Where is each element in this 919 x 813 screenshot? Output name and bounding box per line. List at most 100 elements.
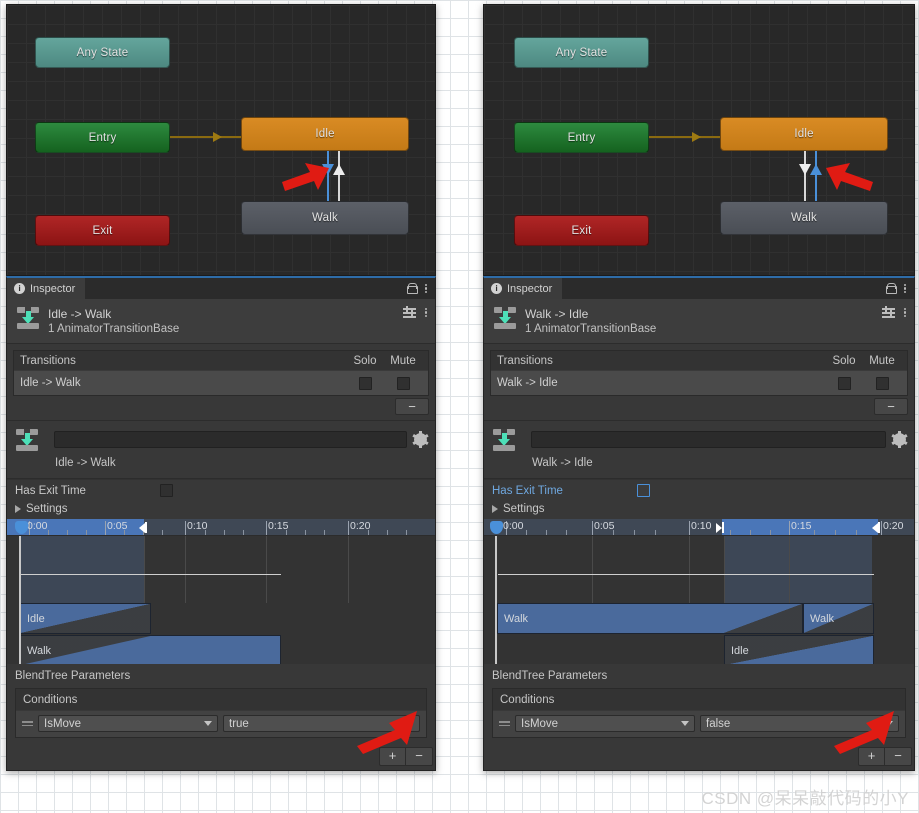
state-node-label: Entry [88, 131, 117, 144]
remove-transition-button[interactable]: − [395, 398, 429, 415]
table-row[interactable]: Walk -> Idle [491, 370, 907, 395]
has-exit-time-row[interactable]: Has Exit Time [484, 479, 914, 501]
settings-foldout[interactable]: Settings [7, 501, 435, 519]
state-node-idle[interactable]: Idle [720, 117, 888, 151]
has-exit-time-checkbox[interactable] [160, 484, 173, 497]
ruler-label: 0:10 [187, 520, 208, 532]
kebab-menu-icon[interactable] [903, 307, 906, 318]
has-exit-time-checkbox[interactable] [637, 484, 650, 497]
settings-label: Settings [503, 503, 545, 515]
remove-condition-button[interactable]: − [406, 748, 432, 765]
ruler-label: 0:00 [503, 520, 524, 532]
transition-start-marker[interactable] [490, 521, 503, 534]
lock-icon[interactable] [406, 283, 418, 294]
conditions-footer: + − [484, 744, 914, 770]
lock-icon[interactable] [885, 283, 897, 294]
table-row[interactable]: Idle -> Walk [14, 370, 428, 395]
watermark-text: CSDN @呆呆敲代码的小Y [701, 789, 909, 808]
state-node-any-state[interactable]: Any State [35, 37, 170, 68]
state-node-walk[interactable]: Walk [720, 201, 888, 235]
animator-graph-right[interactable]: Any State Entry Exit Idle Walk [483, 4, 915, 276]
transitions-list-header: Transitions Solo Mute [491, 351, 907, 370]
timeline-body[interactable]: Idle Walk [7, 536, 435, 664]
conditions-header: Conditions [16, 689, 426, 710]
add-condition-button[interactable]: + [380, 748, 406, 765]
drag-handle-icon[interactable] [22, 720, 33, 727]
blend-clip-label: Idle [27, 613, 45, 625]
transition-edge-idle-to-walk[interactable] [327, 151, 329, 201]
transition-edge-idle-to-walk[interactable] [804, 151, 806, 201]
mute-checkbox[interactable] [875, 376, 889, 390]
column-header-solo: Solo [353, 354, 377, 367]
transition-timeline-left[interactable]: 0:00 0:05 0:10 0:15 0:20 Idle Walk [7, 519, 435, 664]
transition-edge-walk-to-idle[interactable] [815, 151, 817, 201]
transition-edge-entry-to-idle[interactable] [649, 136, 720, 138]
transition-detail-section: Idle -> Walk [7, 421, 435, 479]
condition-parameter-dropdown[interactable]: IsMove [38, 715, 218, 732]
blend-clip[interactable]: Walk [497, 603, 803, 634]
solo-checkbox[interactable] [358, 376, 372, 390]
timeline-ruler[interactable]: 0:00 0:05 0:10 0:15 0:20 [484, 519, 914, 536]
solo-checkbox[interactable] [837, 376, 851, 390]
timeline-playhead-lower[interactable] [495, 603, 497, 664]
mute-checkbox[interactable] [396, 376, 410, 390]
condition-parameter-dropdown[interactable]: IsMove [515, 715, 695, 732]
state-node-any-state[interactable]: Any State [514, 37, 649, 68]
state-node-entry[interactable]: Entry [35, 122, 170, 153]
gear-icon[interactable] [412, 431, 429, 448]
transition-name-input[interactable] [531, 431, 886, 448]
drag-handle-icon[interactable] [499, 720, 510, 727]
animator-graph-left[interactable]: Any State Entry Exit Idle Walk [6, 4, 436, 276]
transition-name-input[interactable] [54, 431, 407, 448]
conditions-header: Conditions [493, 689, 905, 710]
ruler-label: 0:00 [27, 520, 48, 532]
blend-clip[interactable]: Walk [20, 635, 281, 664]
transition-end-marker[interactable] [872, 522, 880, 533]
state-node-entry[interactable]: Entry [514, 122, 649, 153]
remove-condition-button[interactable]: − [885, 748, 911, 765]
chevron-right-icon [15, 505, 21, 513]
timeline-body[interactable]: Walk Walk Idle [484, 536, 914, 664]
transition-icon [16, 307, 40, 329]
preset-icon[interactable] [402, 306, 416, 318]
state-node-exit[interactable]: Exit [35, 215, 170, 246]
object-subtitle: 1 AnimatorTransitionBase [48, 323, 180, 335]
kebab-menu-icon[interactable] [424, 283, 427, 294]
annotation-red-arrow [826, 163, 873, 191]
timeline-playhead[interactable] [495, 536, 497, 603]
info-icon: i [491, 283, 502, 294]
condition-value-dropdown[interactable]: false [700, 715, 899, 732]
transition-end-marker[interactable] [139, 522, 147, 533]
state-node-idle[interactable]: Idle [241, 117, 409, 151]
transitions-list-header: Transitions Solo Mute [14, 351, 428, 370]
inspector-panel-left: i Inspector Idle -> Walk 1 AnimatorTrans… [6, 276, 436, 771]
transition-range-start-marker[interactable] [716, 522, 724, 533]
blend-clip[interactable]: Idle [724, 635, 874, 664]
transition-edge-entry-to-idle[interactable] [170, 136, 241, 138]
transition-row-name: Walk -> Idle [497, 377, 558, 389]
kebab-menu-icon[interactable] [424, 307, 427, 318]
settings-foldout[interactable]: Settings [484, 501, 914, 519]
blend-clip[interactable]: Walk [803, 603, 874, 634]
left-screenshot-pane: Any State Entry Exit Idle Walk i Inspect… [6, 4, 436, 771]
state-node-walk[interactable]: Walk [241, 201, 409, 235]
preset-icon[interactable] [881, 306, 895, 318]
transition-timeline-right[interactable]: 0:00 0:05 0:10 0:15 0:20 Walk Walk Idle [484, 519, 914, 664]
tab-inspector[interactable]: i Inspector [484, 278, 563, 299]
state-node-exit[interactable]: Exit [514, 215, 649, 246]
gear-icon[interactable] [891, 431, 908, 448]
condition-value-dropdown[interactable]: true [223, 715, 420, 732]
condition-value: true [229, 717, 249, 730]
timeline-ruler[interactable]: 0:00 0:05 0:10 0:15 0:20 [7, 519, 435, 536]
has-exit-time-row[interactable]: Has Exit Time [7, 479, 435, 501]
object-title: Walk -> Idle [525, 307, 589, 321]
chevron-down-icon [406, 721, 414, 726]
timeline-playhead[interactable] [19, 536, 21, 603]
remove-transition-button[interactable]: − [874, 398, 908, 415]
tab-inspector[interactable]: i Inspector [7, 278, 86, 299]
transition-edge-walk-to-idle[interactable] [338, 151, 340, 201]
conditions-list: Conditions IsMove false [492, 688, 906, 738]
kebab-menu-icon[interactable] [903, 283, 906, 294]
blend-clip[interactable]: Idle [20, 603, 151, 634]
add-condition-button[interactable]: + [859, 748, 885, 765]
